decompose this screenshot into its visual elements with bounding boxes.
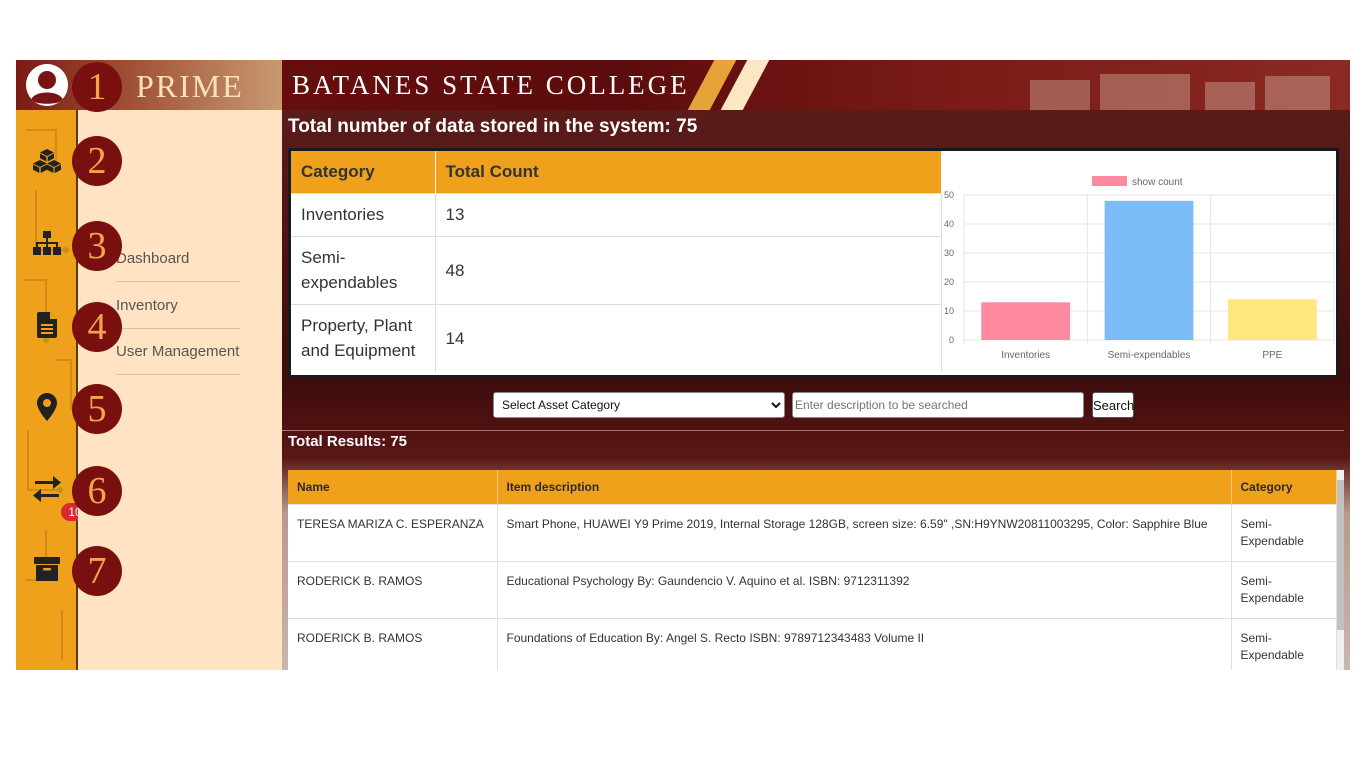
table-row[interactable]: RODERICK B. RAMOS Foundations of Educati… (288, 617, 1337, 670)
summary-table: Category Total Count Inventories 13 Semi… (291, 151, 942, 372)
summary-cell-count: 13 (435, 192, 942, 236)
row-category: Semi-Expendable (1231, 503, 1337, 561)
cubes-icon[interactable] (32, 146, 62, 176)
chart-legend-label: show count (1132, 177, 1183, 188)
building-silhouette (1030, 74, 1330, 110)
results-table: Name Item description Category TERESA MA… (288, 470, 1337, 670)
callout-1: 1 (72, 62, 122, 112)
results-header-description[interactable]: Item description (497, 470, 1232, 504)
scrollbar-thumb[interactable] (1337, 480, 1344, 630)
archive-icon[interactable] (32, 554, 62, 584)
chart-x-tick-label: Semi-expendables (1108, 350, 1191, 361)
results-count: Total Results: 75 (288, 433, 407, 450)
header-banner: PRIME BATANES STATE COLLEGE (16, 60, 1350, 110)
summary-cell-category: Property, Plant and Equipment (291, 303, 436, 372)
callout-6: 6 (72, 466, 122, 516)
callout-7: 7 (72, 546, 122, 596)
count-bar-chart: 0 10 20 30 40 50 Inventories Semi-expendables PP… (944, 176, 1335, 361)
avatar-icon[interactable] (26, 64, 68, 106)
sidebar-item-dashboard[interactable]: Dashboard (116, 250, 240, 282)
chart-x-tick-label: Inventories (1001, 350, 1050, 361)
summary-cell-category: Inventories (291, 192, 436, 236)
app-window: PRIME BATANES STATE COLLEGE 10 Dashboard… (16, 60, 1350, 670)
chart-bar (1227, 299, 1317, 340)
map-marker-icon[interactable] (32, 392, 62, 422)
summary-cell-count: 48 (435, 235, 942, 304)
chart-y-tick-label: 30 (944, 248, 954, 258)
sitemap-icon[interactable] (32, 228, 62, 258)
row-description: Smart Phone, HUAWEI Y9 Prime 2019, Inter… (497, 503, 1232, 561)
summary-header-count: Total Count (435, 151, 942, 193)
summary-row: Semi-expendables 48 (291, 235, 942, 304)
row-category: Semi-Expendable (1231, 617, 1337, 670)
filter-bar: Select Asset Category Search (282, 380, 1350, 430)
exchange-icon[interactable] (32, 474, 62, 504)
callout-2: 2 (72, 136, 122, 186)
callout-5: 5 (72, 384, 122, 434)
summary-row: Property, Plant and Equipment 14 (291, 303, 942, 372)
sidebar-item-user-management[interactable]: User Management (116, 343, 240, 375)
results-header-name[interactable]: Name (288, 470, 498, 504)
row-description: Educational Psychology By: Gaundencio V.… (497, 560, 1232, 618)
row-description: Foundations of Education By: Angel S. Re… (497, 617, 1232, 670)
main-content: Total number of data stored in the syste… (282, 110, 1350, 670)
search-button[interactable]: Search (1092, 392, 1134, 418)
file-icon[interactable] (32, 310, 62, 340)
row-name: RODERICK B. RAMOS (288, 560, 498, 618)
chart-bar (1104, 200, 1194, 340)
circuit-pattern (24, 129, 72, 660)
description-search-input[interactable] (792, 392, 1084, 418)
results-table-container: Name Item description Category TERESA MA… (288, 470, 1337, 670)
chart-bar (981, 302, 1071, 340)
chart-y-tick-label: 10 (944, 306, 954, 316)
chart-legend-swatch (1092, 176, 1127, 186)
summary-header-category: Category (291, 151, 436, 193)
callout-4: 4 (72, 302, 122, 352)
callout-3: 3 (72, 221, 122, 271)
summary-panel: Category Total Count Inventories 13 Semi… (288, 148, 1339, 378)
row-name: RODERICK B. RAMOS (288, 617, 498, 670)
summary-row: Inventories 13 (291, 192, 942, 236)
icon-sidebar: 10 (16, 110, 89, 670)
row-name: TERESA MARIZA C. ESPERANZA (288, 503, 498, 561)
table-row[interactable]: RODERICK B. RAMOS Educational Psychology… (288, 560, 1337, 618)
chart-y-tick-label: 50 (944, 190, 954, 200)
results-header-category[interactable]: Category (1231, 470, 1337, 504)
summary-cell-category: Semi-expendables (291, 235, 436, 304)
divider (282, 430, 1344, 431)
chart-y-tick-label: 20 (944, 277, 954, 287)
summary-cell-count: 14 (435, 303, 942, 372)
chart-x-tick-label: PPE (1262, 350, 1282, 361)
chart-y-tick-label: 0 (949, 335, 954, 345)
college-title: BATANES STATE COLLEGE (292, 70, 690, 100)
page-title: Total number of data stored in the syste… (288, 116, 698, 137)
brand-logo[interactable]: PRIME (136, 68, 244, 105)
table-row[interactable]: TERESA MARIZA C. ESPERANZA Smart Phone, … (288, 503, 1337, 561)
results-scrollbar[interactable] (1337, 470, 1344, 670)
chart-y-tick-label: 40 (944, 219, 954, 229)
sidebar-item-inventory[interactable]: Inventory (116, 297, 240, 329)
asset-category-select[interactable]: Select Asset Category (493, 392, 785, 418)
row-category: Semi-Expendable (1231, 560, 1337, 618)
